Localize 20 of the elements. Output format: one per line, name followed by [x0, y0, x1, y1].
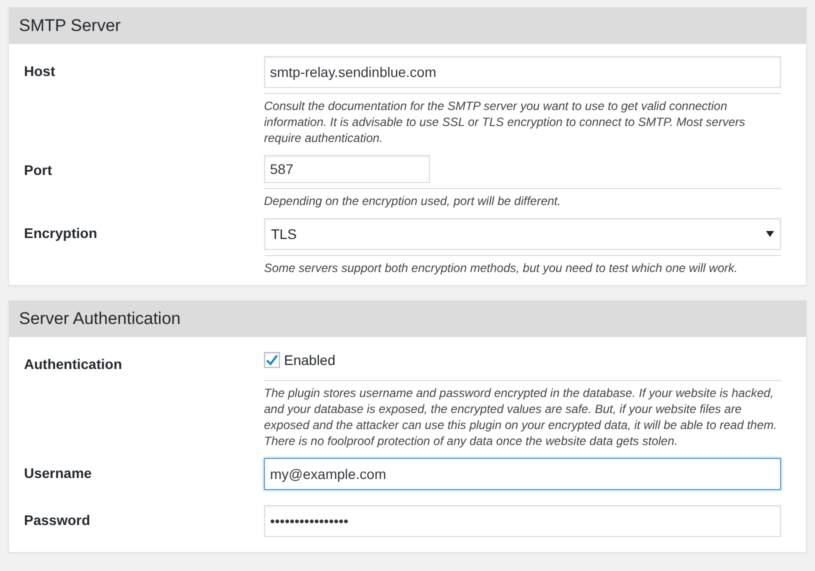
caret-icon: [766, 231, 774, 237]
check-icon: [265, 353, 279, 367]
section-title: SMTP Server: [19, 16, 121, 36]
field-label: Port: [24, 162, 52, 178]
input-field[interactable]: smtp-relay.sendinblue.com: [264, 56, 781, 88]
field-label: Encryption: [24, 225, 98, 241]
input-field[interactable]: my@example.com: [264, 458, 781, 490]
input-field[interactable]: 587: [264, 155, 430, 183]
field-label: Password: [24, 512, 90, 528]
field-description: The plugin stores username and password encrypted in the database. If your website is hacked, and your database is exposed, the encrypted values are safe. But, if your website files are exposed and the attacker can use this plugin on your encrypted data, it will be able to read them. There is no foolproof protection of any data once the website data gets stolen.: [264, 386, 777, 448]
checkbox[interactable]: Enabled: [264, 349, 336, 368]
dropdown[interactable]: TLS: [264, 218, 781, 250]
field-description: Consult the documentation for the SMTP server you want to use to get valid connection information. It is advisable to use SSL or TLS encryption to connect to SMTP. Most servers require authentication.: [264, 99, 746, 145]
password-field[interactable]: ••••••••••••••••: [264, 505, 781, 537]
field-description: Some servers support both encryption methods, but you need to test which one will work.: [264, 261, 738, 275]
field-label: Host: [24, 63, 56, 79]
field-label: Username: [24, 465, 92, 481]
field-label: Authentication: [24, 356, 122, 372]
field-description: Depending on the encryption used, port will be different.: [264, 194, 561, 208]
section-title: Server Authentication: [19, 309, 181, 329]
